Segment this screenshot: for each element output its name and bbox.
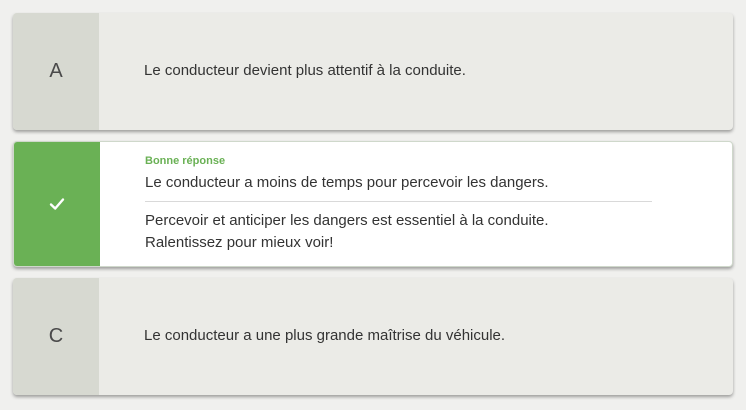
answer-content-b: Bonne réponse Le conducteur a moins de t… xyxy=(100,142,732,266)
answer-text: Le conducteur devient plus attentif à la… xyxy=(144,62,466,80)
answer-text: Le conducteur a une plus grande maîtrise… xyxy=(144,327,506,345)
checkmark-icon xyxy=(49,198,65,210)
answer-content-c: Le conducteur a une plus grande maîtrise… xyxy=(99,278,733,395)
answer-text: Le conducteur a moins de temps pour perc… xyxy=(145,173,549,191)
answer-explanation: Percevoir et anticiper les dangers est e… xyxy=(145,210,652,254)
divider xyxy=(145,200,652,202)
answer-letter-c: C xyxy=(13,278,99,395)
answer-letter-label: C xyxy=(48,325,64,347)
answer-content-a: Le conducteur devient plus attentif à la… xyxy=(99,13,733,130)
correct-answer-marker xyxy=(14,142,100,266)
answer-letter-a: A xyxy=(13,13,99,130)
answer-option-b[interactable]: Bonne réponse Le conducteur a moins de t… xyxy=(13,141,733,267)
answer-letter-label: A xyxy=(49,60,63,82)
explanation-line: Percevoir et anticiper les dangers est e… xyxy=(145,211,549,229)
correct-answer-badge: Bonne réponse xyxy=(145,154,226,167)
explanation-line: Ralentissez pour mieux voir! xyxy=(145,233,334,251)
answer-option-a[interactable]: A Le conducteur devient plus attentif à … xyxy=(13,13,733,130)
answer-option-c[interactable]: C Le conducteur a une plus grande maîtri… xyxy=(13,278,733,395)
